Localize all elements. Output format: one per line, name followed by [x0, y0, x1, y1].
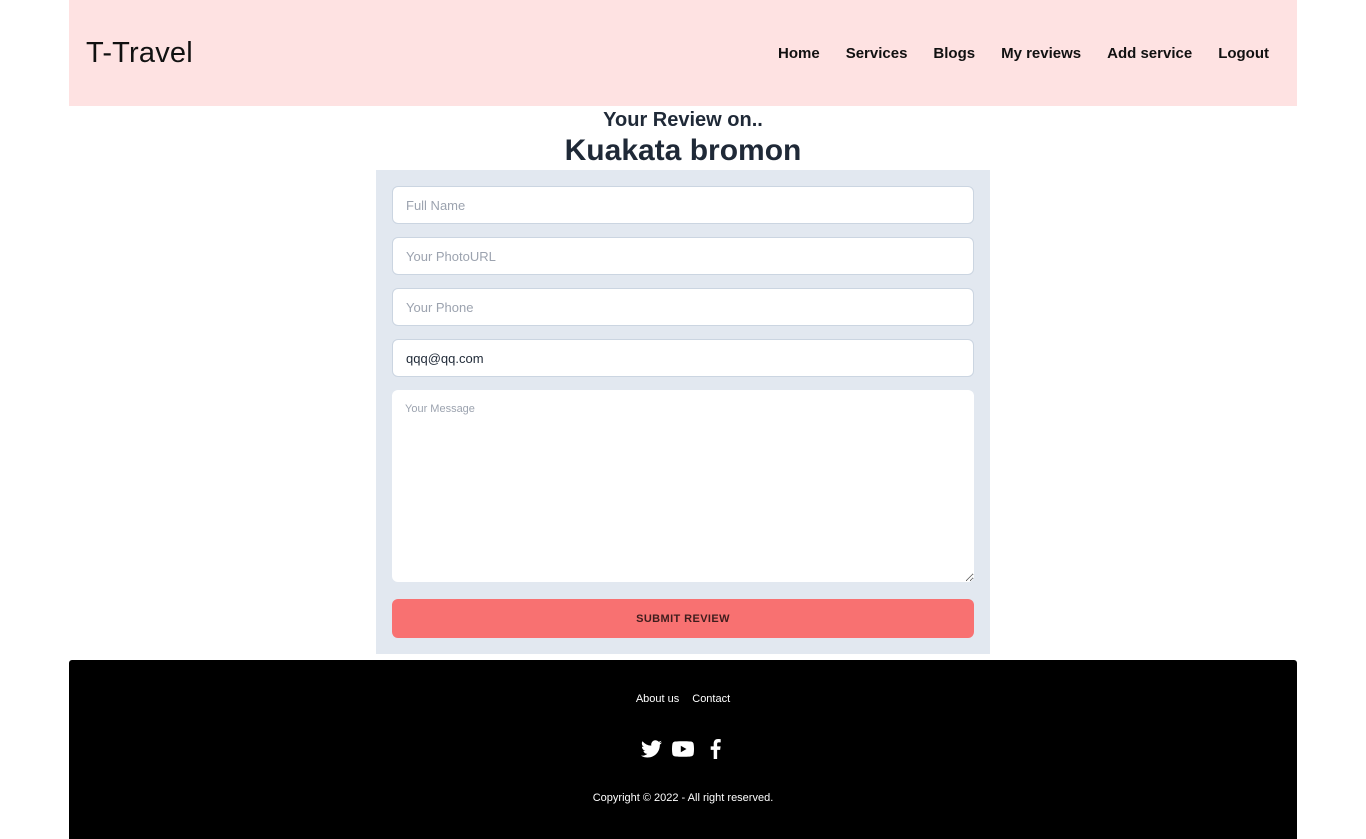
full-name-input[interactable]	[392, 186, 974, 224]
facebook-icon[interactable]	[704, 738, 726, 760]
review-heading: Your Review on.. Kuakata bromon	[0, 106, 1366, 169]
twitter-icon[interactable]	[640, 738, 662, 760]
page-title: Kuakata bromon	[564, 134, 802, 167]
nav-home[interactable]: Home	[765, 45, 833, 62]
nav-my-reviews[interactable]: My reviews	[988, 45, 1094, 62]
phone-input[interactable]	[392, 288, 974, 326]
navbar: T-Travel Home Services Blogs My reviews …	[69, 0, 1297, 106]
copyright-text: Copyright © 2022 - All right reserved.	[592, 792, 774, 804]
nav-blogs[interactable]: Blogs	[920, 45, 988, 62]
photo-url-input[interactable]	[392, 237, 974, 275]
submit-review-button[interactable]: SUBMIT REVIEW	[392, 599, 974, 638]
footer: About us Contact Copyright © 2022 - All …	[69, 660, 1297, 839]
message-textarea[interactable]	[392, 390, 974, 582]
youtube-icon[interactable]	[672, 738, 694, 760]
page-subtitle: Your Review on..	[603, 109, 763, 131]
nav-links: Home Services Blogs My reviews Add servi…	[765, 45, 1269, 62]
footer-link-about[interactable]: About us	[636, 693, 679, 705]
social-links	[69, 738, 1297, 760]
review-form: SUBMIT REVIEW	[376, 170, 990, 654]
nav-services[interactable]: Services	[833, 45, 921, 62]
email-input[interactable]	[392, 339, 974, 377]
footer-links: About us Contact	[69, 693, 1297, 705]
nav-logout[interactable]: Logout	[1205, 45, 1269, 62]
nav-add-service[interactable]: Add service	[1094, 45, 1205, 62]
footer-link-contact[interactable]: Contact	[692, 693, 730, 705]
brand-logo[interactable]: T-Travel	[86, 37, 193, 70]
